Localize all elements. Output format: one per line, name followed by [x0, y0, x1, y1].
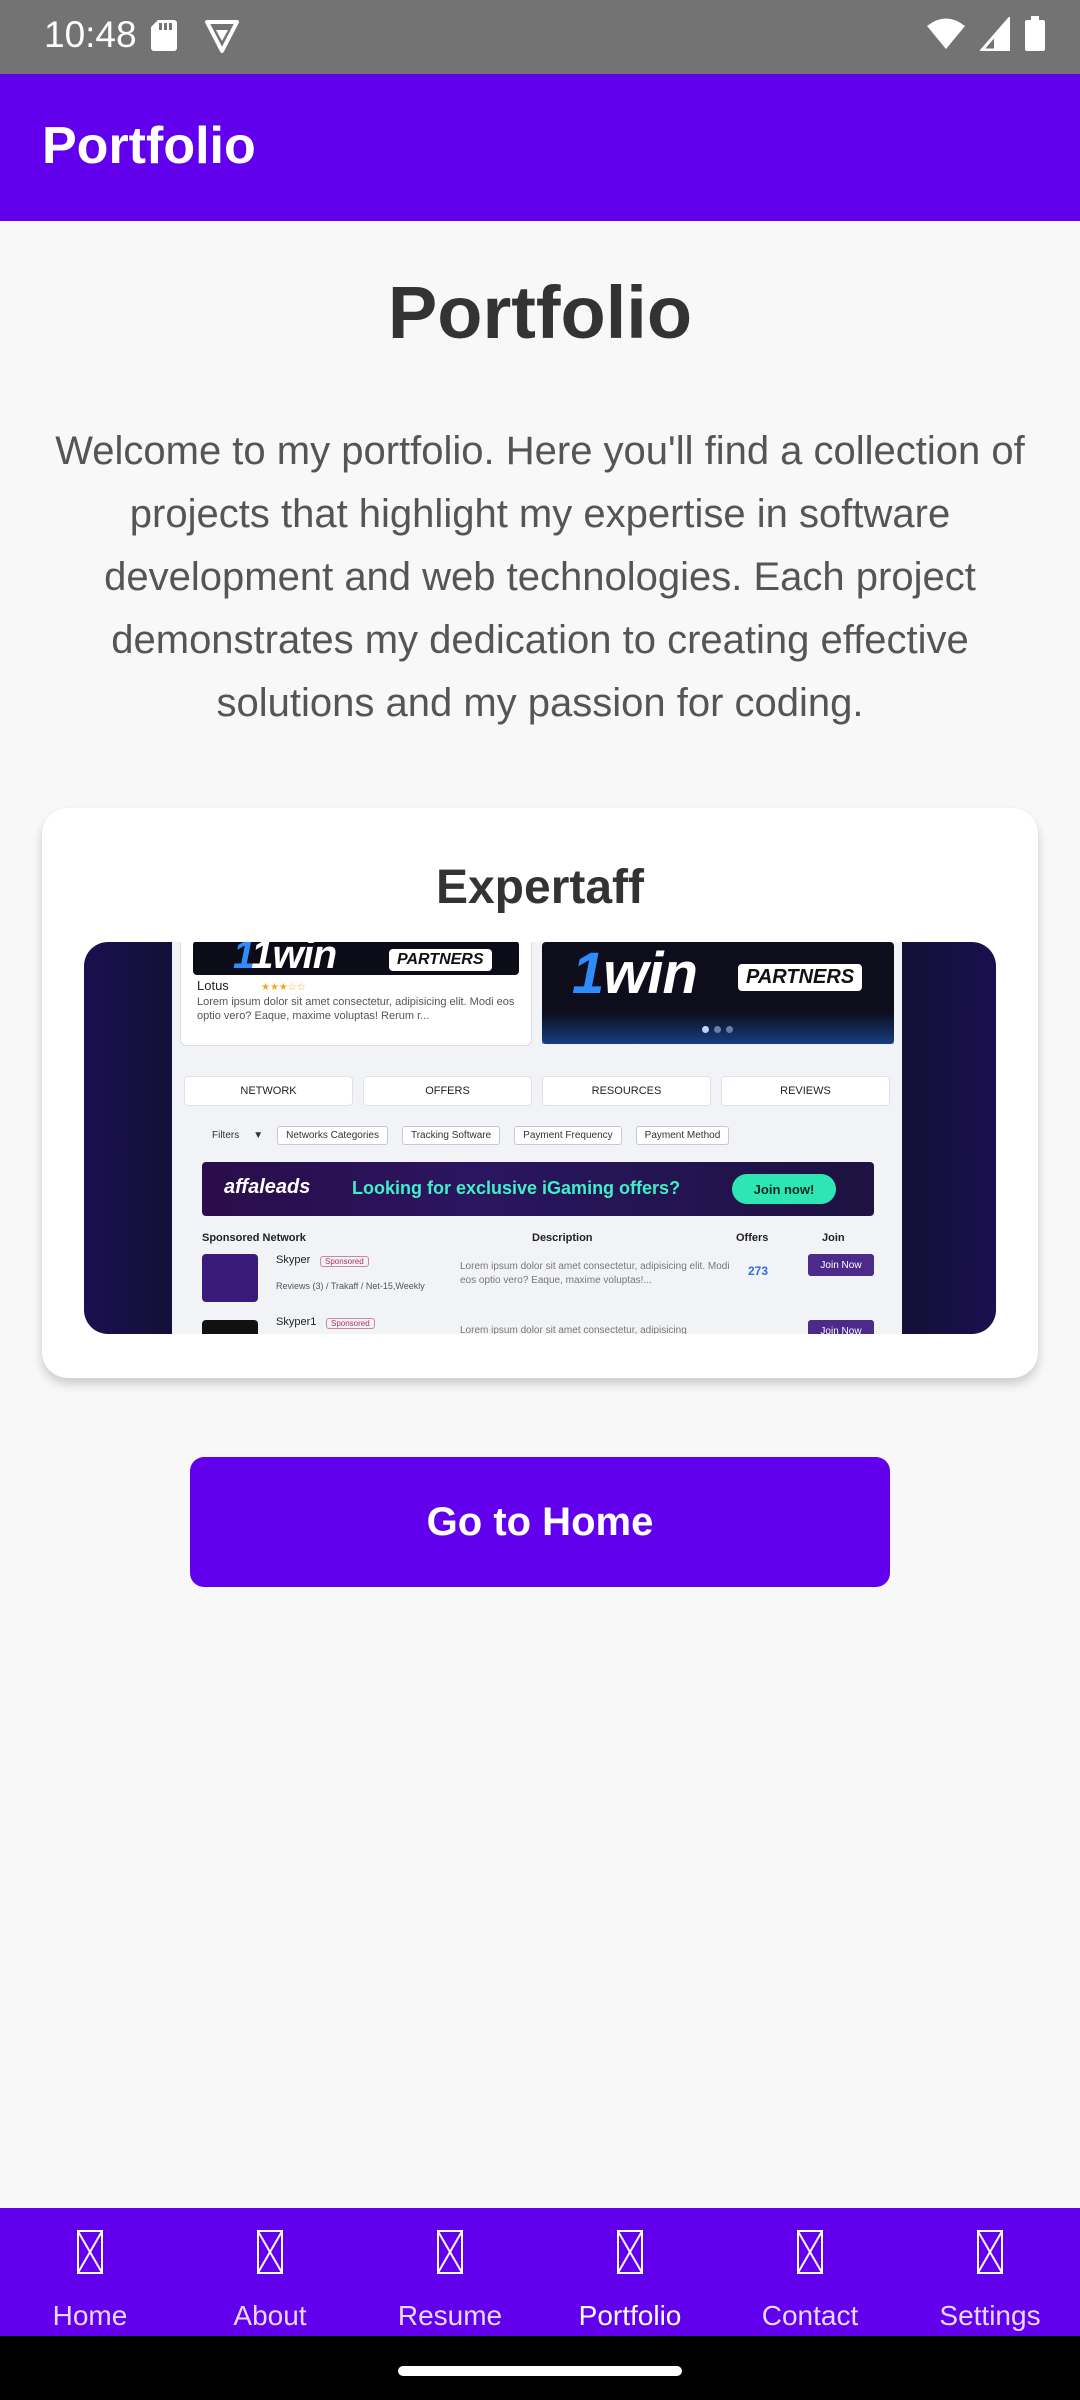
screenshot-filters: Filters ▼ Networks Categories Tracking S…: [212, 1124, 872, 1146]
project-screenshot[interactable]: 11win PARTNERS Lotus ★★★☆☆ Lorem ipsum d…: [84, 942, 996, 1334]
screenshot-banner: 1win PARTNERS: [542, 942, 894, 1044]
screenshot-row: Skyper1 Sponsored Lorem ipsum dolor sit …: [202, 1316, 874, 1334]
vpn-shield-icon: [205, 20, 239, 53]
nav-item-about[interactable]: About: [180, 2208, 360, 2336]
portfolio-icon: [617, 2230, 643, 2274]
nav-label: Contact: [761, 2300, 859, 2331]
nav-item-settings[interactable]: Settings: [900, 2208, 1080, 2336]
wifi-icon: [927, 18, 965, 49]
nav-label: Settings: [939, 2300, 1041, 2331]
sd-card-icon: [151, 20, 177, 51]
settings-icon: [977, 2230, 1003, 2274]
nav-label: About: [233, 2300, 307, 2331]
nav-item-home[interactable]: Home: [0, 2208, 180, 2336]
nav-label: Home: [52, 2300, 128, 2331]
resume-icon: [437, 2230, 463, 2274]
page-title: Portfolio: [387, 271, 693, 354]
status-time: 10:48: [44, 14, 137, 55]
nav-label: Portfolio: [578, 2300, 682, 2331]
status-bar: 10:48: [0, 0, 1080, 74]
app-bar-title: Portfolio: [42, 117, 256, 175]
battery-icon: [1025, 16, 1045, 51]
nav-item-resume[interactable]: Resume: [360, 2208, 540, 2336]
screenshot-tile: 11win PARTNERS Lotus ★★★☆☆ Lorem ipsum d…: [180, 942, 532, 1046]
screenshot-lotus: Lotus: [197, 978, 229, 993]
go-to-home-button[interactable]: Go to Home: [190, 1457, 890, 1587]
nav-label: Resume: [397, 2300, 503, 2331]
rating-stars: ★★★☆☆: [261, 982, 306, 993]
home-icon: [77, 2230, 103, 2274]
screenshot-content: 11win PARTNERS Lotus ★★★☆☆ Lorem ipsum d…: [172, 942, 902, 1334]
project-title: Expertaff: [435, 861, 645, 914]
contact-icon: [797, 2230, 823, 2274]
nav-item-contact[interactable]: Contact: [720, 2208, 900, 2336]
screenshot-lorem: Lorem ipsum dolor sit amet consectetur, …: [197, 996, 515, 1022]
gesture-bar: [0, 2336, 1080, 2400]
screenshot-tabs: NETWORK OFFERS RESOURCES REVIEWS: [184, 1076, 890, 1106]
nav-item-portfolio[interactable]: Portfolio: [540, 2208, 720, 2336]
about-icon: [257, 2230, 283, 2274]
bottom-nav: Home About Resume Portfolio Contact Sett…: [0, 2208, 1080, 2336]
project-card[interactable]: Expertaff 11win PARTNERS Lotus ★★★☆☆ Lor…: [42, 808, 1038, 1378]
screenshot-promo: affaleads Looking for exclusive iGaming …: [202, 1162, 874, 1216]
screenshot-row: Skyper Sponsored Reviews (3) / Trakaff /…: [202, 1254, 874, 1314]
home-gesture-handle[interactable]: [398, 2366, 682, 2376]
signal-icon: [980, 17, 1010, 51]
intro-text: Welcome to my portfolio. Here you'll fin…: [55, 429, 1025, 725]
app-bar: Portfolio: [0, 74, 1080, 221]
